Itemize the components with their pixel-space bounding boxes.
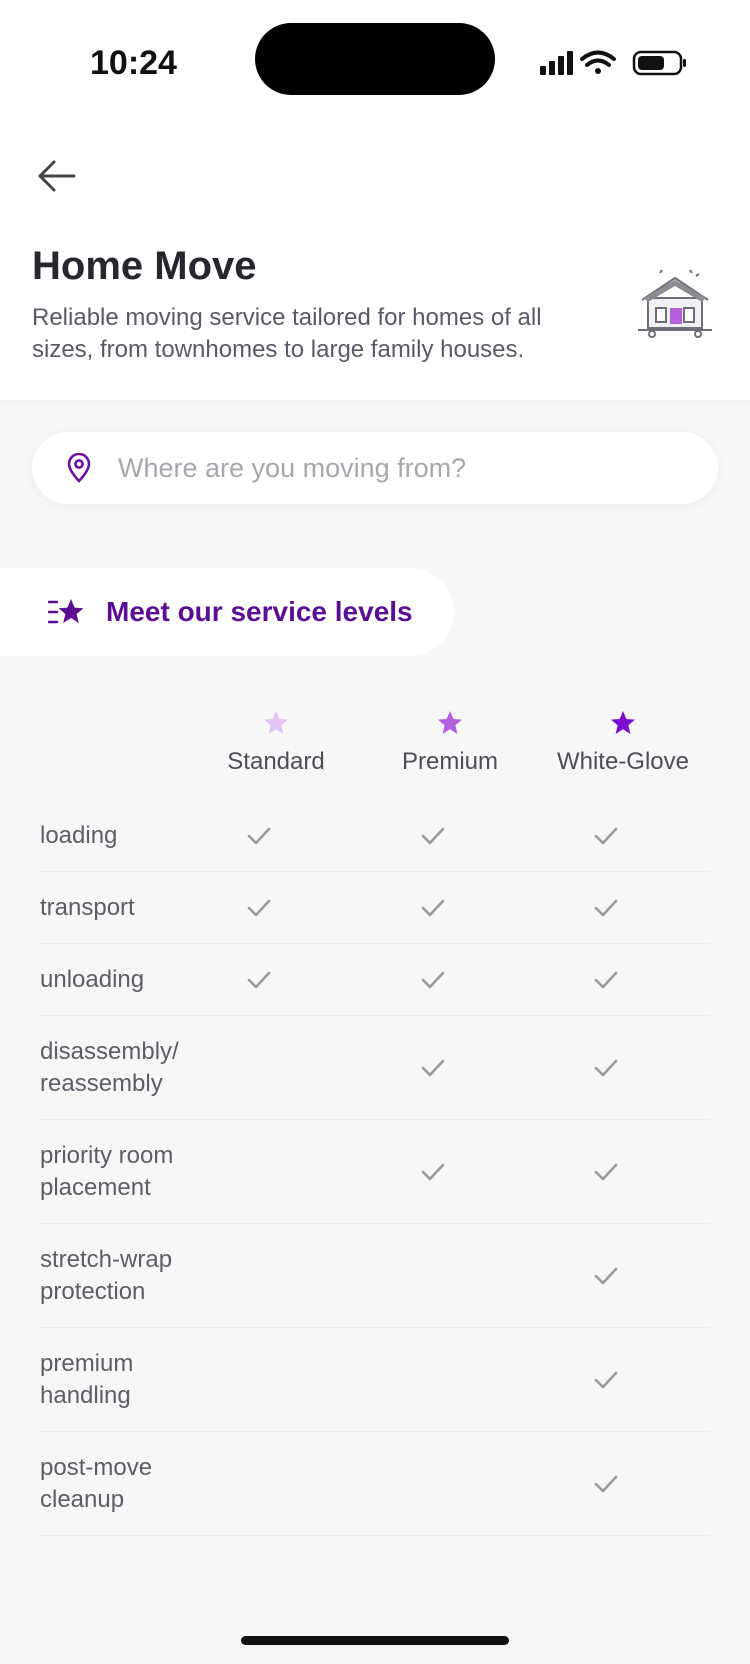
check-icon: [594, 1267, 618, 1284]
tier-premium: Premium: [360, 710, 540, 776]
search-input[interactable]: [118, 452, 678, 484]
house-icon: [638, 269, 712, 338]
service-levels-label: Meet our service levels: [106, 596, 413, 627]
check-icon: [594, 827, 618, 844]
feature-row: premium handling: [40, 1328, 710, 1432]
status-icons: [540, 50, 686, 76]
location-pin-icon: [67, 453, 91, 483]
home-indicator[interactable]: [241, 1636, 509, 1645]
feature-row: disassembly/ reassembly: [40, 1016, 710, 1120]
battery-icon: [632, 50, 686, 76]
tier-name: Standard: [227, 748, 325, 775]
feature-name: disassembly/ reassembly: [40, 1037, 179, 1097]
wifi-icon: [580, 50, 616, 74]
feature-row: unloading: [40, 944, 710, 1016]
check-icon: [594, 1371, 618, 1388]
check-icon: [594, 1059, 618, 1076]
check-icon: [594, 971, 618, 988]
page-title: Home Move: [32, 244, 257, 288]
check-icon: [247, 827, 271, 844]
feature-name: transport: [40, 893, 135, 921]
tier-standard: Standard: [186, 710, 366, 776]
check-icon: [421, 1059, 445, 1076]
feature-name: loading: [40, 821, 118, 849]
signal-icon: [540, 51, 573, 75]
page-subtitle: Reliable moving service tailored for hom…: [32, 304, 542, 363]
feature-table: loading transport unloading disassembly/ re…: [40, 800, 710, 1536]
service-levels-button[interactable]: Meet our service levels: [0, 568, 454, 656]
feature-name: premium handling: [40, 1349, 134, 1409]
tier-white-glove: White-Glove: [533, 710, 713, 776]
check-icon: [594, 899, 618, 916]
feature-row: transport: [40, 872, 710, 944]
tier-name: Premium: [401, 748, 498, 775]
star-icon: [264, 711, 288, 734]
feature-row: post-move cleanup: [40, 1432, 710, 1536]
feature-name: post-move cleanup: [40, 1453, 153, 1513]
feature-name: unloading: [40, 965, 145, 993]
back-arrow-icon[interactable]: [34, 156, 78, 196]
check-icon: [421, 899, 445, 916]
check-icon: [247, 899, 271, 916]
tier-name: White-Glove: [556, 748, 690, 775]
feature-name: priority room placement: [40, 1141, 174, 1201]
search-bar[interactable]: [32, 432, 718, 504]
status-time: 10:24: [90, 44, 177, 82]
check-icon: [421, 827, 445, 844]
tier-header: Standard Premium White-Glove: [0, 710, 750, 790]
star-icon: [438, 711, 462, 734]
star-icon: [611, 711, 635, 734]
star-list-icon: [48, 599, 84, 624]
feature-row: loading: [40, 800, 710, 872]
check-icon: [594, 1163, 618, 1180]
feature-row: stretch-wrap protection: [40, 1224, 710, 1328]
check-icon: [247, 971, 271, 988]
feature-row: priority room placement: [40, 1120, 710, 1224]
feature-name: stretch-wrap protection: [40, 1245, 173, 1305]
dynamic-island: [255, 23, 495, 95]
check-icon: [594, 1475, 618, 1492]
check-icon: [421, 1163, 445, 1180]
check-icon: [421, 971, 445, 988]
